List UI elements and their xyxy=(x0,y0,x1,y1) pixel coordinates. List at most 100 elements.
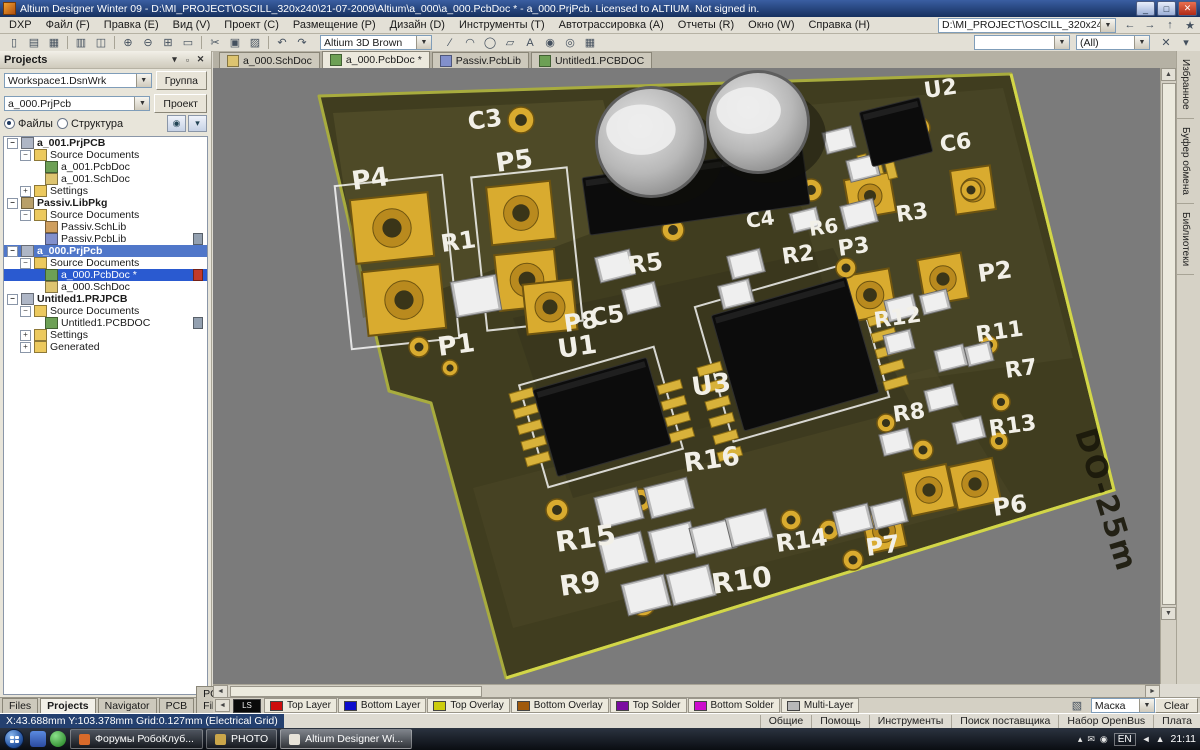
chevron-down-icon[interactable]: ▼ xyxy=(1100,19,1115,32)
cut-icon[interactable]: ✂ xyxy=(205,34,225,51)
panel-tab-projects[interactable]: Projects xyxy=(40,698,95,713)
tree-item[interactable]: −a_001.PrjPCB xyxy=(4,137,207,149)
line-icon[interactable]: ∕ xyxy=(440,34,460,51)
chevron-down-icon[interactable]: ▼ xyxy=(134,97,149,110)
tree-item[interactable]: Untitled1.PCBDOC xyxy=(4,317,207,329)
menu-item-9[interactable]: Отчеты (R) xyxy=(671,18,741,32)
open-icon[interactable]: ▤ xyxy=(24,34,44,51)
filter-combobox[interactable]: (All) ▼ xyxy=(1076,35,1150,50)
volume-icon[interactable]: ◄ xyxy=(1142,734,1151,744)
tree-item[interactable]: Passiv.SchLib xyxy=(4,221,207,233)
chevron-down-icon[interactable]: ▼ xyxy=(136,74,151,87)
scroll-left-icon[interactable]: ◄ xyxy=(213,685,228,698)
arc-icon[interactable]: ◠ xyxy=(460,34,480,51)
browse-back-icon[interactable]: ← xyxy=(1120,17,1140,34)
layer-tab[interactable]: Top Overlay xyxy=(427,698,509,713)
workspace-combobox[interactable]: Workspace1.DsnWrk ▼ xyxy=(4,73,152,88)
panel-tab-navigator[interactable]: Navigator xyxy=(98,698,157,713)
status-panel-button[interactable]: Инструменты xyxy=(869,715,951,728)
maximize-button[interactable]: □ xyxy=(1157,1,1176,16)
layer-set-chip[interactable]: LS xyxy=(233,699,261,713)
status-panel-button[interactable]: Общие xyxy=(760,715,812,728)
pcb-3d-view[interactable]: DO-25mC3P4P5U2C6R1R5C4R6R2P3R3P2C5P8P1U1… xyxy=(213,68,1160,684)
right-tab[interactable]: Буфер обмена xyxy=(1177,119,1194,204)
tree-item[interactable]: −Source Documents xyxy=(4,257,207,269)
document-tab[interactable]: a_000.PcbDoc * xyxy=(322,51,430,68)
tree-item[interactable]: +Settings xyxy=(4,329,207,341)
text-icon[interactable]: A xyxy=(520,34,540,51)
tree-item[interactable]: −Source Documents xyxy=(4,305,207,317)
expand-icon[interactable]: + xyxy=(20,330,31,341)
scroll-up-icon[interactable]: ▲ xyxy=(1161,68,1176,81)
redo-icon[interactable]: ↷ xyxy=(292,34,312,51)
mask-combobox[interactable]: Маска ▼ xyxy=(1091,698,1155,713)
scroll-down-icon[interactable]: ▼ xyxy=(1161,607,1176,620)
panel-options-icon[interactable]: ▾ xyxy=(188,115,207,132)
collapse-icon[interactable]: − xyxy=(20,306,31,317)
path-combobox[interactable]: D:\MI_PROJECT\OSCILL_320x240\2 ▼ xyxy=(938,18,1116,33)
taskbar-button[interactable]: Форумы РобоКлуб... xyxy=(70,729,203,749)
message-icon[interactable]: ✉ xyxy=(1087,734,1095,745)
chevron-down-icon[interactable]: ▼ xyxy=(416,36,431,49)
tree-item[interactable]: −Passiv.LibPkg xyxy=(4,197,207,209)
close-button[interactable]: ✕ xyxy=(1178,1,1197,16)
menu-item-8[interactable]: Автотрассировка (A) xyxy=(552,18,671,32)
quicklaunch-icon-1[interactable] xyxy=(30,731,46,747)
tree-item[interactable]: −Untitled1.PRJPCB xyxy=(4,293,207,305)
layer-scroll-left-icon[interactable]: ◄ xyxy=(215,699,230,712)
menu-item-10[interactable]: Окно (W) xyxy=(741,18,801,32)
copy-icon[interactable]: ▣ xyxy=(225,34,245,51)
layer-tab[interactable]: Bottom Overlay xyxy=(511,698,609,713)
collapse-icon[interactable]: − xyxy=(7,198,18,209)
browse-forward-icon[interactable]: → xyxy=(1140,17,1160,34)
panel-tab-files[interactable]: Files xyxy=(2,698,38,713)
radio-on-icon[interactable] xyxy=(4,118,15,129)
favorites-icon[interactable]: ★ xyxy=(1180,17,1200,34)
pad-icon[interactable]: ◉ xyxy=(540,34,560,51)
filter-clear-icon[interactable]: ✕ xyxy=(1156,34,1176,51)
tree-item[interactable]: +Settings xyxy=(4,185,207,197)
hidden-icons-icon[interactable]: ▴ xyxy=(1078,734,1083,745)
files-radio[interactable]: Файлы xyxy=(4,118,53,130)
quicklaunch-icon-2[interactable] xyxy=(50,731,66,747)
tree-item[interactable]: −Source Documents xyxy=(4,209,207,221)
status-panel-button[interactable]: Плата xyxy=(1153,715,1200,728)
pcb-editor-viewport[interactable]: DO-25mC3P4P5U2C6R1R5C4R6R2P3R3P2C5P8P1U1… xyxy=(213,68,1160,684)
filter-options-icon[interactable]: ▾ xyxy=(1176,34,1196,51)
collapse-icon[interactable]: − xyxy=(20,258,31,269)
zoom-area-icon[interactable]: ⊞ xyxy=(158,34,178,51)
collapse-icon[interactable]: − xyxy=(20,150,31,161)
snap-options-icon[interactable]: ▧ xyxy=(1067,697,1087,713)
tree-item[interactable]: a_000.SchDoc xyxy=(4,281,207,293)
print-preview-icon[interactable]: ◫ xyxy=(91,34,111,51)
start-button[interactable] xyxy=(4,729,24,749)
clear-button[interactable]: Clear xyxy=(1155,698,1198,713)
paste-icon[interactable]: ▨ xyxy=(245,34,265,51)
expand-icon[interactable]: + xyxy=(20,342,31,353)
status-panel-button[interactable]: Набор OpenBus xyxy=(1058,715,1153,728)
structure-radio[interactable]: Структура xyxy=(57,118,123,130)
tree-item[interactable]: −a_000.PrjPcb xyxy=(4,245,207,257)
tree-item[interactable]: a_000.PcbDoc * xyxy=(4,269,207,281)
layer-tab[interactable]: Bottom Layer xyxy=(338,698,426,713)
project-combobox[interactable]: a_000.PrjPcb ▼ xyxy=(4,96,150,111)
menu-item-4[interactable]: Проект (C) xyxy=(217,18,286,32)
polygon-icon[interactable]: ▱ xyxy=(500,34,520,51)
collapse-icon[interactable]: − xyxy=(20,210,31,221)
mask-level-combobox[interactable]: ▼ xyxy=(974,35,1070,50)
tree-item[interactable]: +Generated xyxy=(4,341,207,353)
right-tab[interactable]: Библиотеки xyxy=(1177,204,1194,275)
tree-item[interactable]: Passiv.PcbLib xyxy=(4,233,207,245)
vertical-scroll-thumb[interactable] xyxy=(1162,83,1176,605)
tree-item[interactable]: −Source Documents xyxy=(4,149,207,161)
up-one-level-icon[interactable]: ↑ xyxy=(1160,17,1180,34)
menu-item-3[interactable]: Вид (V) xyxy=(166,18,218,32)
minimize-button[interactable]: _ xyxy=(1136,1,1155,16)
shield-icon[interactable]: ▲ xyxy=(1156,734,1165,744)
menu-item-5[interactable]: Размещение (P) xyxy=(286,18,383,32)
chevron-down-icon[interactable]: ▼ xyxy=(1139,699,1154,712)
new-document-icon[interactable]: ▯ xyxy=(4,34,24,51)
clock[interactable]: 21:11 xyxy=(1171,733,1197,745)
document-tab[interactable]: Passiv.PcbLib xyxy=(432,52,529,68)
layer-tab[interactable]: Bottom Solder xyxy=(688,698,780,713)
